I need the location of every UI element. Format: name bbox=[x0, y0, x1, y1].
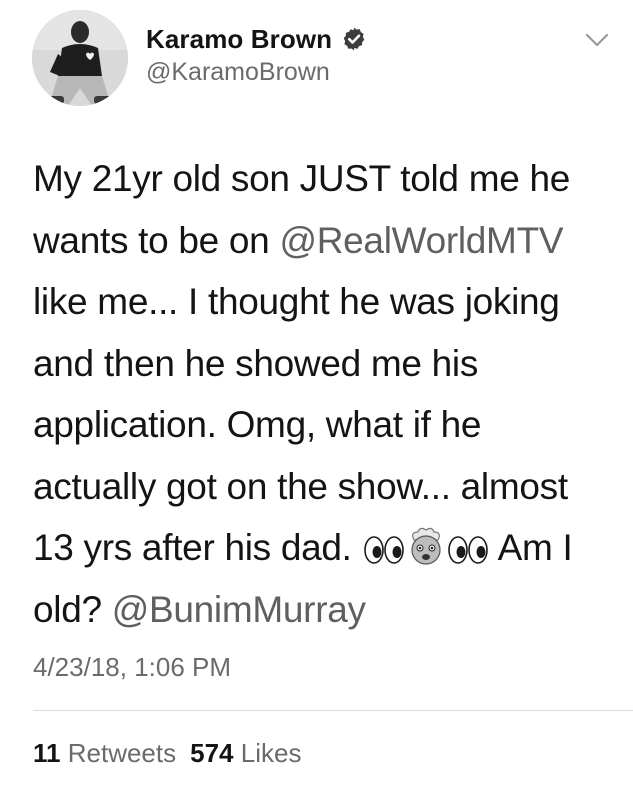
tweet-timestamp[interactable]: 4/23/18, 1:06 PM bbox=[33, 652, 231, 683]
retweets-label: Retweets bbox=[67, 738, 177, 768]
tweet-line: My 21yr old son JUST told me he bbox=[33, 158, 571, 199]
tweet-line: and then he showed me his bbox=[33, 342, 479, 384]
retweets-stat[interactable]: 11 Retweets bbox=[33, 738, 176, 768]
avatar[interactable] bbox=[32, 10, 128, 106]
tweet-line: actually got on the show... almost bbox=[33, 465, 568, 507]
likes-count: 574 bbox=[190, 738, 234, 768]
author-handle[interactable]: @KaramoBrown bbox=[146, 58, 330, 87]
mention-link[interactable]: @BunimMurray bbox=[112, 589, 366, 630]
divider bbox=[33, 710, 633, 711]
chevron-down-icon[interactable] bbox=[584, 30, 610, 50]
tweet-line: Am I bbox=[489, 527, 573, 568]
author-name-row[interactable]: Karamo Brown bbox=[146, 22, 367, 56]
verified-badge-icon bbox=[343, 27, 365, 51]
mention-link[interactable]: @RealWorldMTV bbox=[279, 220, 563, 261]
tweet-line: application. Omg, what if he bbox=[33, 404, 482, 445]
likes-label: Likes bbox=[240, 738, 302, 768]
likes-stat[interactable]: 574 Likes bbox=[190, 738, 301, 768]
tweet-line: like me... I thought he was joking bbox=[33, 281, 560, 322]
eyes-emoji-icon bbox=[363, 536, 404, 564]
avatar-image bbox=[32, 10, 128, 106]
author-display-name[interactable]: Karamo Brown bbox=[146, 24, 332, 55]
tweet-line: 13 yrs after his dad. bbox=[33, 527, 362, 568]
tweet-stats: 11 Retweets 574 Likes bbox=[33, 738, 301, 769]
eyes-emoji-icon bbox=[447, 536, 488, 564]
exploding-head-emoji-icon bbox=[411, 527, 441, 565]
tweet-text: My 21yr old son JUST told me he wants to… bbox=[33, 148, 618, 640]
tweet-line: wants to be on bbox=[33, 219, 280, 261]
tweet-line: old? bbox=[33, 588, 112, 630]
retweets-count: 11 bbox=[33, 738, 61, 768]
